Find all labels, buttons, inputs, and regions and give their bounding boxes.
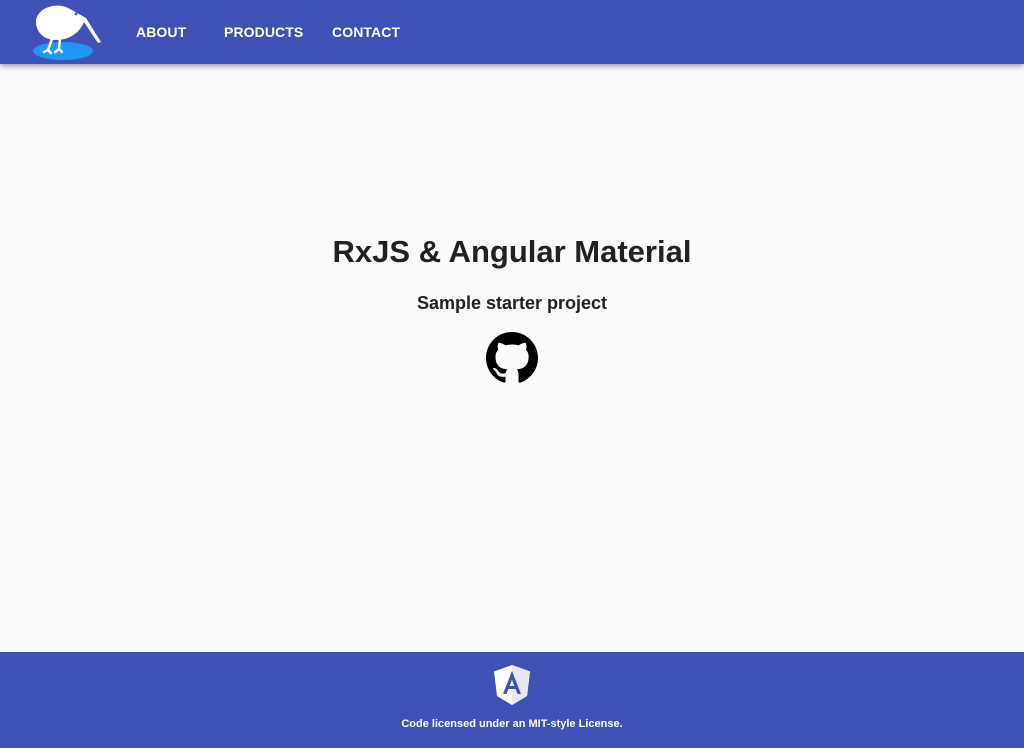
page-title: RxJS & Angular Material xyxy=(332,234,692,269)
nav-contact[interactable]: CONTACT xyxy=(332,22,400,42)
angular-icon xyxy=(492,664,532,706)
app-toolbar: ABOUT PRODUCTS CONTACT xyxy=(0,0,1024,64)
page-subtitle: Sample starter project xyxy=(416,293,608,313)
main-content: RxJS & Angular Material Sample starter p… xyxy=(0,64,1024,652)
app-footer: Code licensed under an MIT-style License… xyxy=(0,652,1024,748)
kiwi-bird-icon[interactable] xyxy=(26,2,106,62)
github-icon[interactable] xyxy=(486,332,538,384)
nav-products[interactable]: PRODUCTS xyxy=(224,22,303,42)
nav-about[interactable]: ABOUT xyxy=(136,22,186,42)
license-text: Code licensed under an MIT-style License… xyxy=(401,718,623,730)
